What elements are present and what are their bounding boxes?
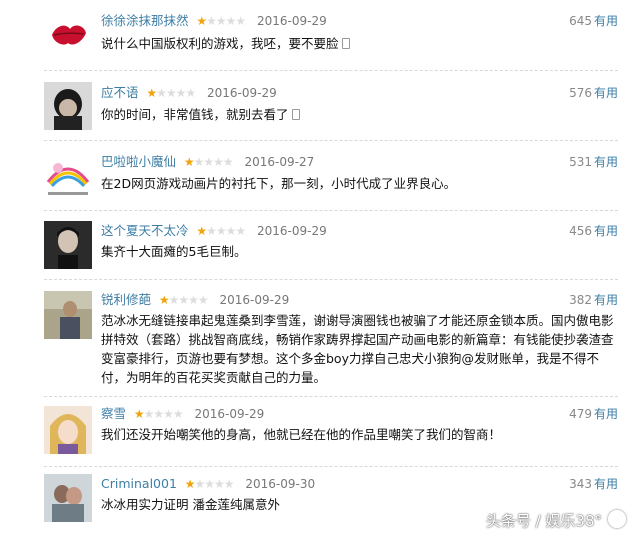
rating-stars: ★★★★★: [196, 14, 246, 28]
useful-button[interactable]: 有用: [594, 153, 618, 171]
vote-count: 456: [569, 224, 592, 238]
comment-text: 范冰冰无缝链接串起鬼莲桑到李雪莲，谢谢导演圈钱也被骗了才能还原金锁本质。国内傲电…: [101, 313, 614, 385]
comment-text-body: 你的时间，非常值钱，就别去看了: [101, 107, 289, 122]
divider: [44, 70, 618, 72]
avatar[interactable]: [44, 406, 92, 454]
comment-text: 你的时间，非常值钱，就别去看了: [101, 105, 616, 124]
vote-count: 645: [569, 14, 592, 28]
comment-date: 2016-09-27: [244, 155, 315, 169]
username-link[interactable]: 徐徐涂抹那抹然: [101, 13, 189, 28]
rating-stars: ★★★★★: [146, 86, 196, 100]
rating-stars: ★★★★★: [133, 407, 184, 421]
useful-button[interactable]: 有用: [594, 475, 618, 493]
comment-text-body: 说什么中国版权利的游戏，我呸，要不要脸: [101, 36, 339, 51]
comment-date: 2016-09-29: [219, 293, 290, 307]
rating-stars: ★★★★★: [158, 293, 209, 307]
comment-date: 2016-09-29: [194, 407, 265, 421]
vote-count: 531: [569, 155, 592, 169]
avatar[interactable]: [44, 82, 92, 130]
avatar[interactable]: [44, 291, 92, 339]
avatar[interactable]: [44, 9, 92, 57]
useful-button[interactable]: 有用: [594, 84, 618, 102]
useful-button[interactable]: 有用: [594, 12, 618, 30]
username-link[interactable]: 这个夏天不太冷: [101, 223, 189, 238]
divider: [44, 279, 618, 281]
watermark-text: 头条号 / 娱乐38°: [485, 512, 602, 530]
comment-date: 2016-09-29: [256, 14, 327, 28]
divider: [44, 466, 618, 468]
comment-text: 在2D网页游戏动画片的衬托下，那一刻，小时代成了业界良心。: [101, 176, 457, 191]
username-link[interactable]: Criminal001: [101, 476, 177, 491]
useful-button[interactable]: 有用: [594, 222, 618, 240]
rating-stars: ★★★★★: [183, 155, 234, 169]
comment-date: 2016-09-29: [206, 86, 277, 100]
avatar[interactable]: [44, 152, 92, 200]
mobile-icon: [291, 109, 300, 120]
comment-date: 2016-09-30: [245, 477, 316, 491]
watermark-logo-icon: [608, 510, 626, 528]
username-link[interactable]: 察雪: [101, 406, 126, 421]
avatar[interactable]: [44, 474, 92, 522]
divider: [44, 396, 618, 398]
vote-count: 576: [569, 86, 592, 100]
useful-button[interactable]: 有用: [594, 405, 618, 423]
mobile-icon: [341, 38, 350, 49]
comment-date: 2016-09-29: [256, 224, 327, 238]
username-link[interactable]: 锐利修葩: [101, 292, 151, 307]
comment-text: 我们还没开始嘲笑他的身高，他就已经在他的作品里嘲笑了我们的智商！: [101, 427, 502, 442]
useful-button[interactable]: 有用: [594, 291, 618, 309]
watermark: 头条号 / 娱乐38°: [486, 510, 626, 531]
divider: [44, 210, 618, 212]
vote-count: 343: [569, 477, 592, 491]
divider: [44, 140, 618, 142]
comment-text: 说什么中国版权利的游戏，我呸，要不要脸: [101, 34, 616, 53]
vote-count: 479: [569, 407, 592, 421]
username-link[interactable]: 应不语: [101, 85, 139, 100]
username-link[interactable]: 巴啦啦小魔仙: [101, 154, 176, 169]
avatar[interactable]: [44, 221, 92, 269]
comment-text: 集齐十大面瘫的5毛巨制。: [101, 244, 247, 259]
rating-stars: ★★★★★: [196, 224, 246, 238]
vote-count: 382: [569, 293, 592, 307]
rating-stars: ★★★★★: [184, 477, 235, 491]
